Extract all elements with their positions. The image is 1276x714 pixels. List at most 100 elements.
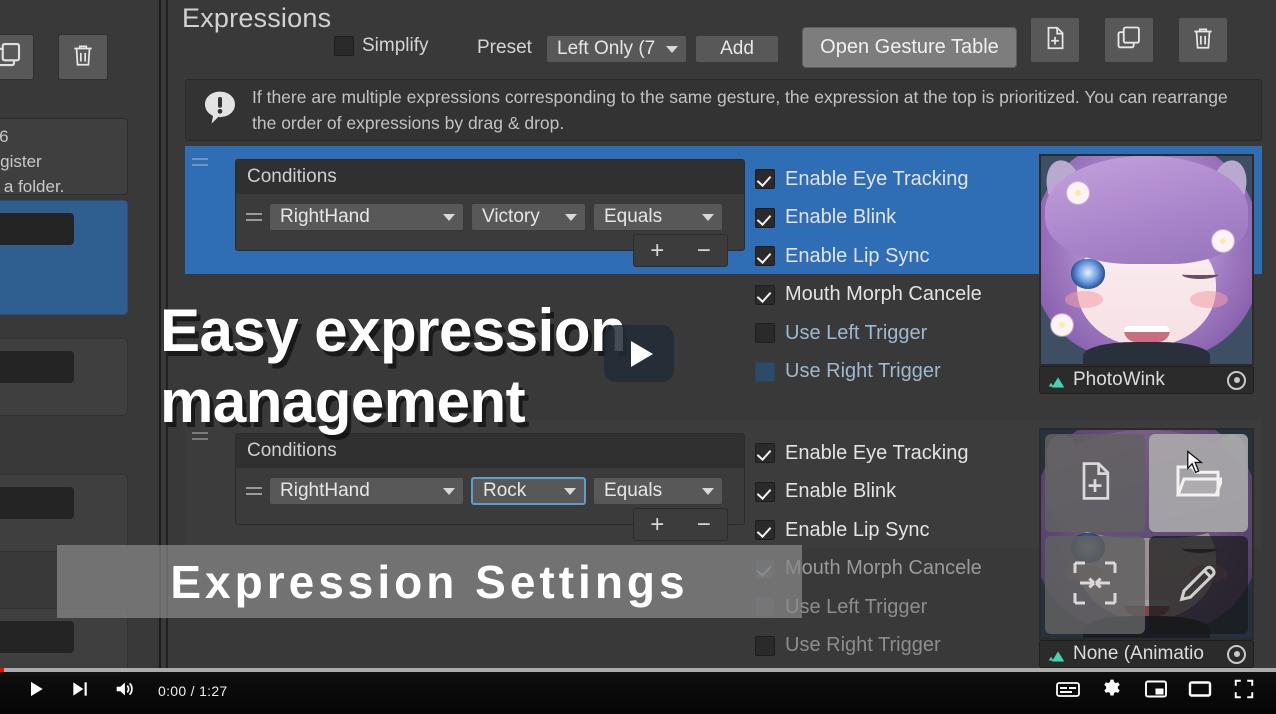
comparison-dropdown[interactable]: Equals	[593, 477, 723, 505]
open-gesture-table-button[interactable]: Open Gesture Table	[802, 27, 1017, 68]
object-picker-icon[interactable]	[1227, 370, 1246, 390]
time-display: 0:00 / 1:27	[158, 683, 228, 699]
checkbox[interactable]	[755, 207, 775, 228]
option-enable-lip-sync[interactable]: Enable Lip Sync	[755, 237, 982, 276]
expression-row[interactable]: Conditions RightHand Rock Equals + − Ena…	[185, 420, 1262, 668]
option-label: Enable Lip Sync	[785, 244, 930, 267]
option-label: Use Right Trigger	[785, 634, 941, 657]
remove-condition-button[interactable]: −	[697, 238, 711, 263]
add-condition-button[interactable]: +	[650, 512, 664, 537]
add-condition-button[interactable]: +	[650, 238, 664, 263]
option-label: Enable Blink	[785, 206, 897, 229]
duplicate-button[interactable]	[0, 34, 34, 80]
chevron-down-icon	[443, 487, 455, 495]
next-button[interactable]	[58, 674, 102, 708]
option-enable-blink[interactable]: Enable Blink	[755, 473, 982, 512]
video-player-controls: 0:00 / 1:27	[0, 668, 1276, 714]
new-file-icon	[1042, 24, 1068, 57]
fullscreen-button[interactable]	[1222, 674, 1266, 708]
option-label: Mouth Morph Cancele	[785, 283, 982, 306]
condition-add-remove[interactable]: + −	[633, 234, 728, 267]
list-item[interactable]	[0, 474, 128, 552]
new-file-button[interactable]	[1030, 17, 1080, 63]
hand-dropdown[interactable]: RightHand	[269, 477, 464, 505]
list-item[interactable]	[0, 338, 128, 416]
overlay-title: Easy expression management	[160, 296, 780, 438]
object-field-value: None (Animatio	[1073, 643, 1204, 664]
option-use-left-trigger[interactable]: Use Left Trigger	[755, 314, 982, 353]
open-folder-button[interactable]	[1148, 434, 1248, 532]
condition-add-remove[interactable]: + −	[633, 508, 728, 541]
simplify-checkbox[interactable]	[334, 36, 354, 56]
gear-icon	[1101, 678, 1123, 705]
equals-handle-icon	[246, 213, 262, 221]
avatar-face-art	[1041, 156, 1252, 364]
new-file-icon	[1073, 457, 1117, 510]
time-total: 1:27	[199, 683, 228, 699]
list-item[interactable]	[0, 200, 128, 315]
captions-button[interactable]	[1046, 674, 1090, 708]
expression-options: Enable Eye Tracking Enable Blink Enable …	[755, 160, 982, 391]
simplify-toggle[interactable]: Simplify	[334, 35, 429, 57]
volume-icon	[113, 678, 135, 705]
delete-button[interactable]	[58, 34, 108, 80]
settings-button[interactable]	[1090, 674, 1134, 708]
miniplayer-button[interactable]	[1134, 674, 1178, 708]
gesture-dropdown[interactable]: Victory	[471, 203, 586, 231]
checkbox[interactable]	[755, 246, 775, 267]
option-label: Mouth Morph Cancele	[785, 557, 982, 580]
play-button[interactable]	[14, 674, 58, 708]
option-label: Use Left Trigger	[785, 595, 928, 618]
video-progress-bar[interactable]	[0, 668, 1276, 672]
expression-row[interactable]: Conditions RightHand Victory Equals + − …	[185, 146, 1262, 394]
volume-button[interactable]	[102, 674, 146, 708]
hand-dropdown[interactable]: RightHand	[269, 203, 464, 231]
player-left-controls: 0:00 / 1:27	[14, 674, 228, 708]
checkbox[interactable]	[755, 520, 775, 541]
object-field-label[interactable]: None (Animatio	[1039, 640, 1254, 668]
left-panel-toolbar	[0, 16, 161, 80]
checkbox[interactable]	[755, 169, 775, 190]
option-enable-eye-tracking[interactable]: Enable Eye Tracking	[755, 160, 982, 199]
checkbox[interactable]	[755, 481, 775, 502]
expressions-header-row: Simplify Preset Left Only (7 Add Open Ge…	[168, 17, 1276, 68]
animation-object-field[interactable]: None (Animatio	[1039, 428, 1254, 668]
chevron-down-icon	[702, 213, 714, 221]
fit-animation-button[interactable]	[1045, 536, 1145, 634]
chevron-down-icon	[666, 45, 678, 53]
overlay-title-line2: management	[160, 367, 526, 435]
comparison-dropdown[interactable]: Equals	[593, 203, 723, 231]
new-animation-button[interactable]	[1045, 434, 1145, 532]
option-label: Use Right Trigger	[785, 360, 941, 383]
video-player-stage: o 6 register te a folder. Expressions Si…	[0, 0, 1276, 714]
avatar-preview	[1039, 154, 1254, 366]
option-enable-eye-tracking[interactable]: Enable Eye Tracking	[755, 434, 982, 473]
option-label: Enable Lip Sync	[785, 518, 930, 541]
theater-mode-button[interactable]	[1178, 674, 1222, 708]
condition-row: RightHand Victory Equals	[236, 194, 744, 231]
add-button[interactable]: Add	[695, 35, 779, 63]
unity-animation-icon	[1047, 373, 1066, 388]
duplicate-button[interactable]	[1104, 17, 1154, 63]
object-picker-icon[interactable]	[1227, 644, 1246, 664]
object-field-label[interactable]: PhotoWink	[1039, 366, 1254, 394]
info-icon	[200, 88, 240, 133]
drag-handle[interactable]	[192, 158, 208, 166]
list-item-field	[0, 621, 74, 653]
video-play-overlay-button[interactable]	[604, 325, 674, 382]
option-label: Enable Eye Tracking	[785, 167, 969, 190]
fit-arrows-icon	[1071, 559, 1119, 612]
edit-animation-button[interactable]	[1148, 536, 1248, 634]
animation-object-field[interactable]: PhotoWink	[1039, 154, 1254, 394]
gesture-dropdown[interactable]: Rock	[471, 477, 586, 505]
chevron-down-icon	[565, 213, 577, 221]
option-mouth-morph-canceler[interactable]: Mouth Morph Cancele	[755, 276, 982, 315]
option-enable-lip-sync[interactable]: Enable Lip Sync	[755, 511, 982, 550]
list-item-field	[0, 213, 74, 245]
list-item-field	[0, 487, 74, 519]
delete-button[interactable]	[1178, 17, 1228, 63]
preset-dropdown[interactable]: Left Only (7	[546, 35, 687, 63]
remove-condition-button[interactable]: −	[697, 512, 711, 537]
checkbox[interactable]	[755, 443, 775, 464]
option-enable-blink[interactable]: Enable Blink	[755, 199, 982, 238]
